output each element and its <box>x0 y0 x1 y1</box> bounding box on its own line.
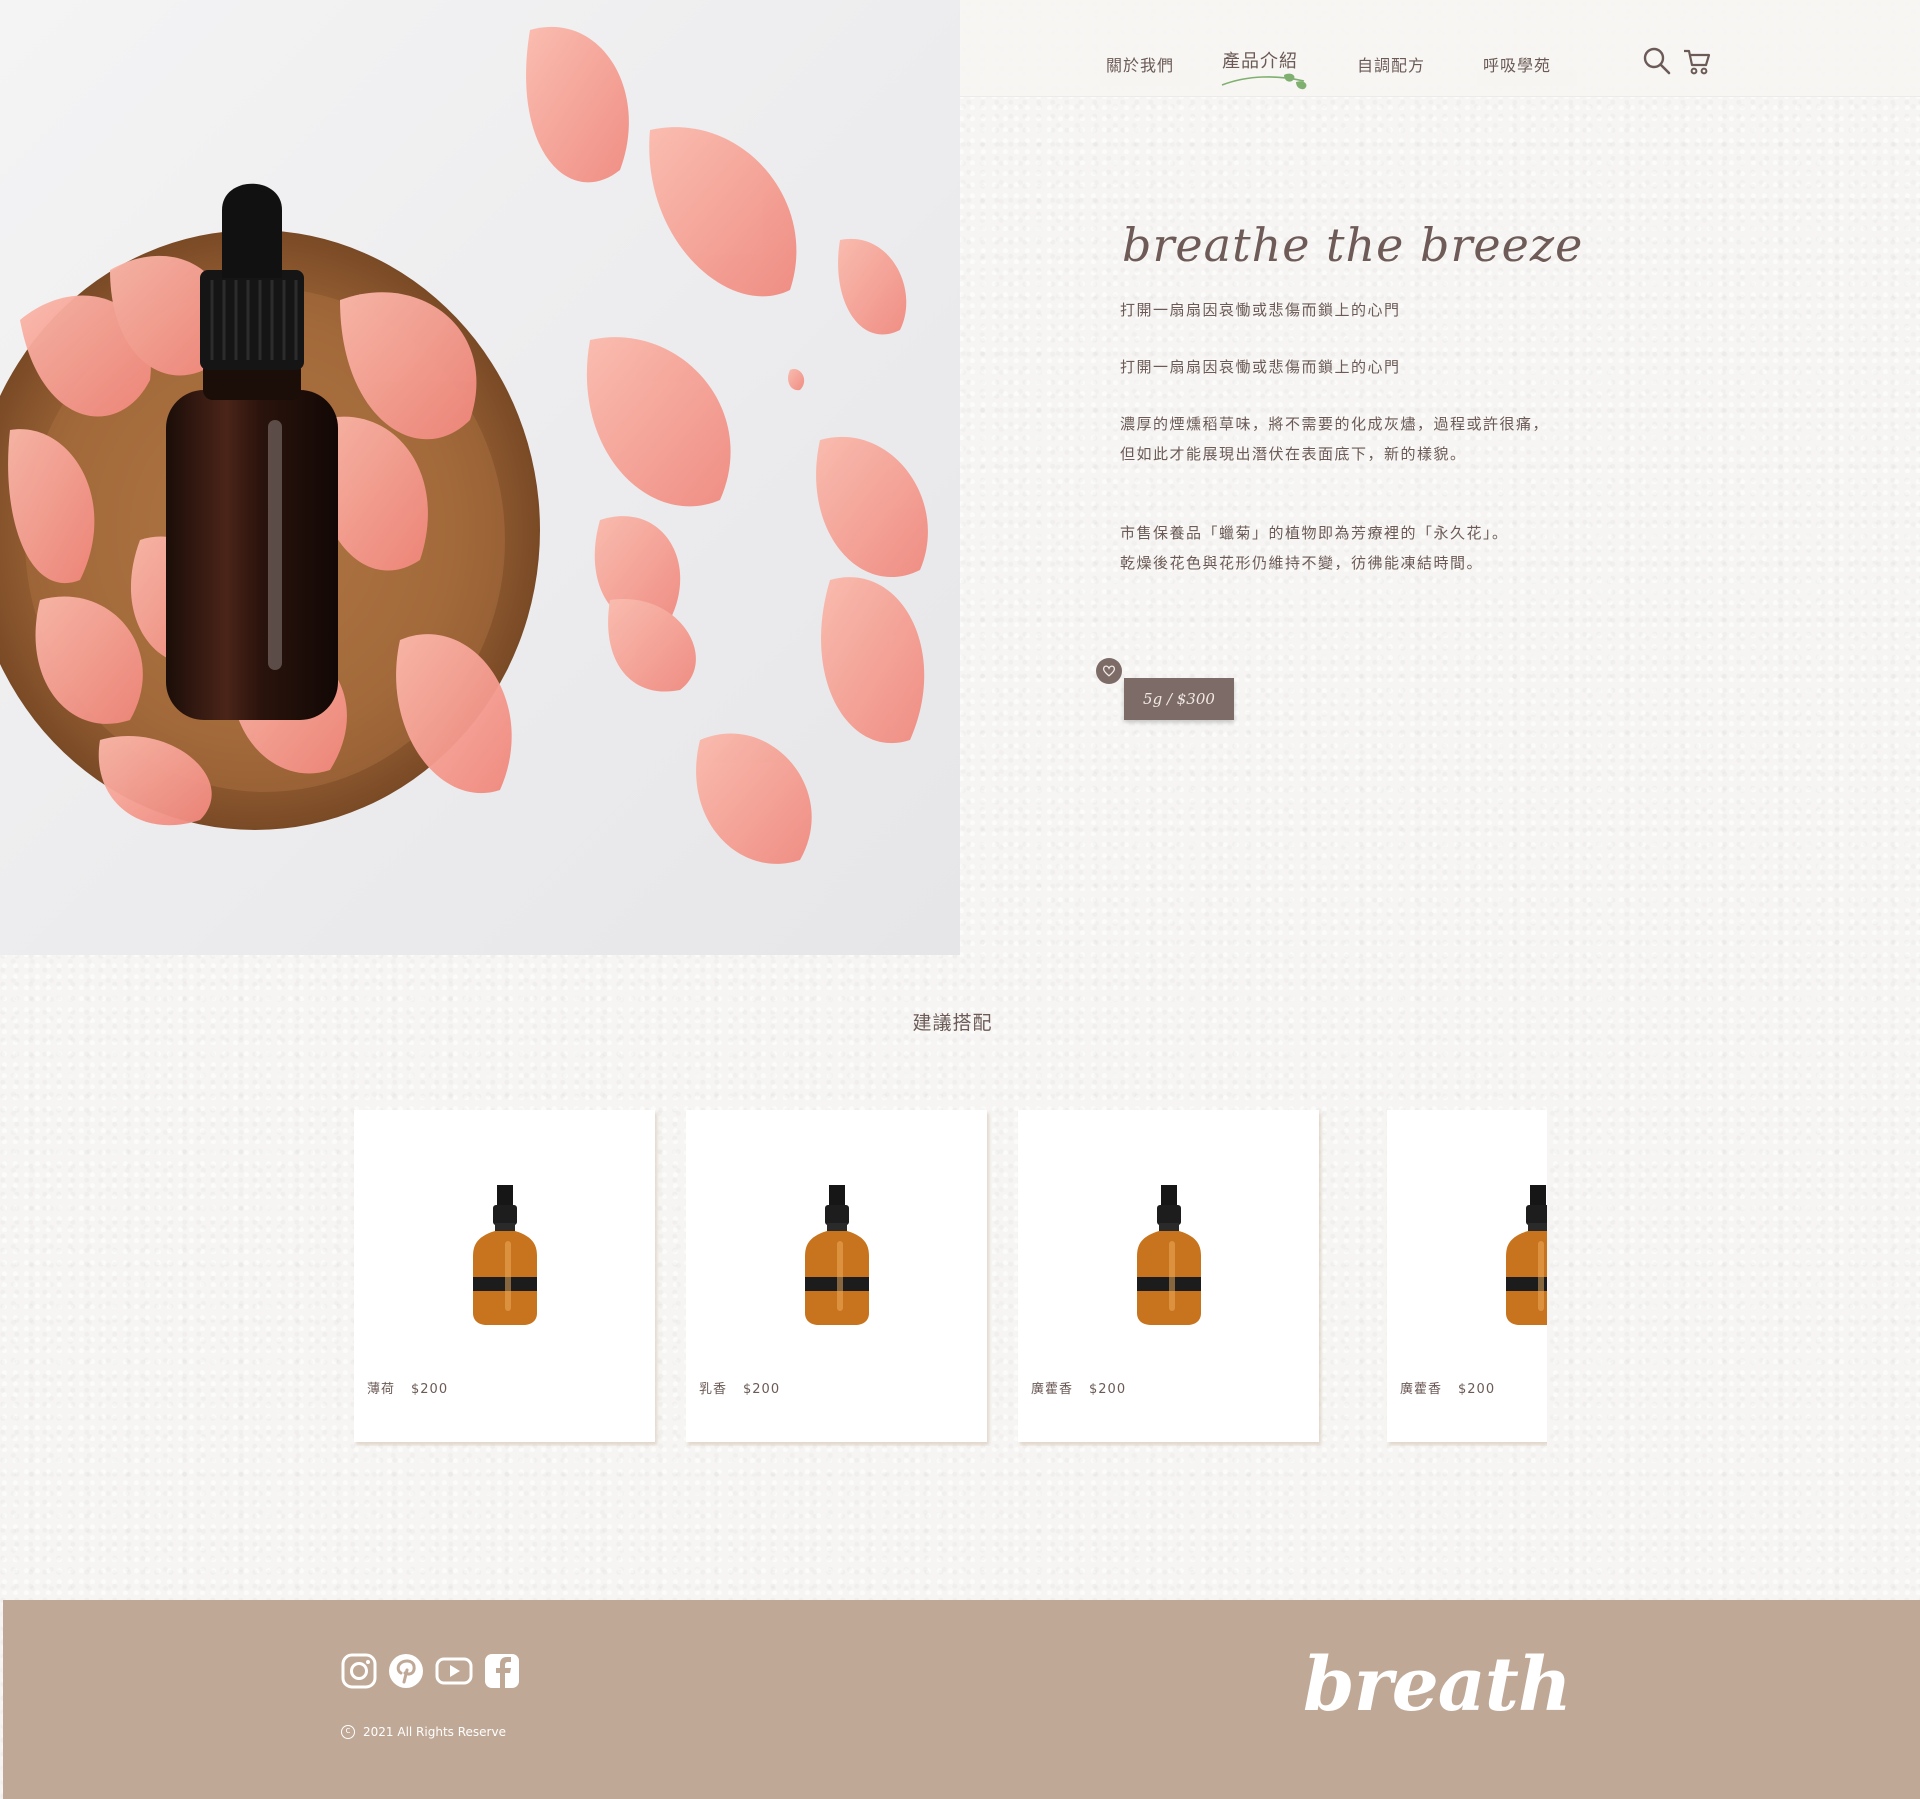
product-card[interactable]: 乳香 $200 <box>686 1110 987 1442</box>
product-photo <box>0 26 928 864</box>
copyright: c 2021 All Rights Reserve <box>341 1725 506 1739</box>
product-name: 廣藿香 <box>1400 1382 1443 1397</box>
suggest-cards: 薄荷 $200 乳香 $200 廣藿香 $200 廣藿香 $200 <box>354 1110 1547 1446</box>
product-label: 乳香 $200 <box>699 1378 780 1397</box>
product-price: $200 <box>1089 1382 1127 1397</box>
hero-line-1: 打開一扇扇因哀慟或悲傷而鎖上的心門 <box>1120 301 1401 319</box>
hero-line-4: 但如此才能展現出潛伏在表面底下，新的樣貌。 <box>1120 445 1467 463</box>
search-icon[interactable] <box>1642 46 1672 76</box>
product-name: 乳香 <box>699 1382 728 1397</box>
product-name: 薄荷 <box>367 1382 396 1397</box>
youtube-icon[interactable] <box>435 1652 473 1690</box>
cart-icon[interactable] <box>1682 46 1712 76</box>
nav-item-about[interactable]: 關於我們 <box>1099 52 1201 86</box>
instagram-icon[interactable] <box>340 1652 378 1690</box>
product-price: $200 <box>1458 1382 1496 1397</box>
hero-line-3: 濃厚的煙燻稻草味，將不需要的化成灰燼，過程或許很痛， <box>1120 415 1550 433</box>
nav-item-custom-blend[interactable]: 自調配方 <box>1357 52 1425 82</box>
hero-line-2: 打開一扇扇因哀慟或悲傷而鎖上的心門 <box>1120 358 1401 376</box>
hero-line-6: 乾燥後花色與花形仍維持不變，彷彿能凍結時間。 <box>1120 554 1484 572</box>
footer-logo: breath <box>1303 1642 1572 1728</box>
pinterest-icon[interactable] <box>387 1652 425 1690</box>
suggest-title: 建議搭配 <box>912 1012 993 1034</box>
dropper-bottle-icon <box>1506 1185 1547 1325</box>
price-button[interactable]: 5g / $300 <box>1124 678 1234 720</box>
product-label: 廣藿香 $200 <box>1031 1378 1126 1397</box>
leaf-underline-icon <box>1221 73 1307 90</box>
product-card[interactable]: 廣藿香 $200 <box>1018 1110 1319 1442</box>
dropper-bottle-icon <box>805 1185 869 1325</box>
facebook-icon[interactable] <box>483 1652 521 1690</box>
product-price: $200 <box>743 1382 781 1397</box>
nav-item-academy[interactable]: 呼吸學苑 <box>1476 52 1578 86</box>
product-price: $200 <box>411 1382 449 1397</box>
product-label: 廣藿香 $200 <box>1400 1378 1495 1397</box>
heart-icon[interactable] <box>1096 658 1122 684</box>
top-nav: 關於我們 產品介紹 自調配方 呼吸學苑 <box>960 0 1920 97</box>
hero-line-5: 市售保養品「蠟菊」的植物即為芳療裡的「永久花」。 <box>1120 524 1509 542</box>
footer: c 2021 All Rights Reserve breath <box>3 1600 1920 1799</box>
product-name: 廣藿香 <box>1031 1382 1074 1397</box>
product-card[interactable]: 廣藿香 $200 <box>1387 1110 1547 1442</box>
copyright-icon: c <box>341 1725 355 1739</box>
product-label: 薄荷 $200 <box>367 1378 448 1397</box>
hero-image <box>0 0 960 955</box>
hero-title: breathe the breeze <box>1122 218 1584 272</box>
copyright-text: 2021 All Rights Reserve <box>363 1725 506 1739</box>
nav-item-products[interactable]: 產品介紹 <box>1221 47 1307 90</box>
dropper-bottle-icon <box>473 1185 537 1325</box>
dropper-bottle-icon <box>1137 1185 1201 1325</box>
product-card[interactable]: 薄荷 $200 <box>354 1110 655 1442</box>
